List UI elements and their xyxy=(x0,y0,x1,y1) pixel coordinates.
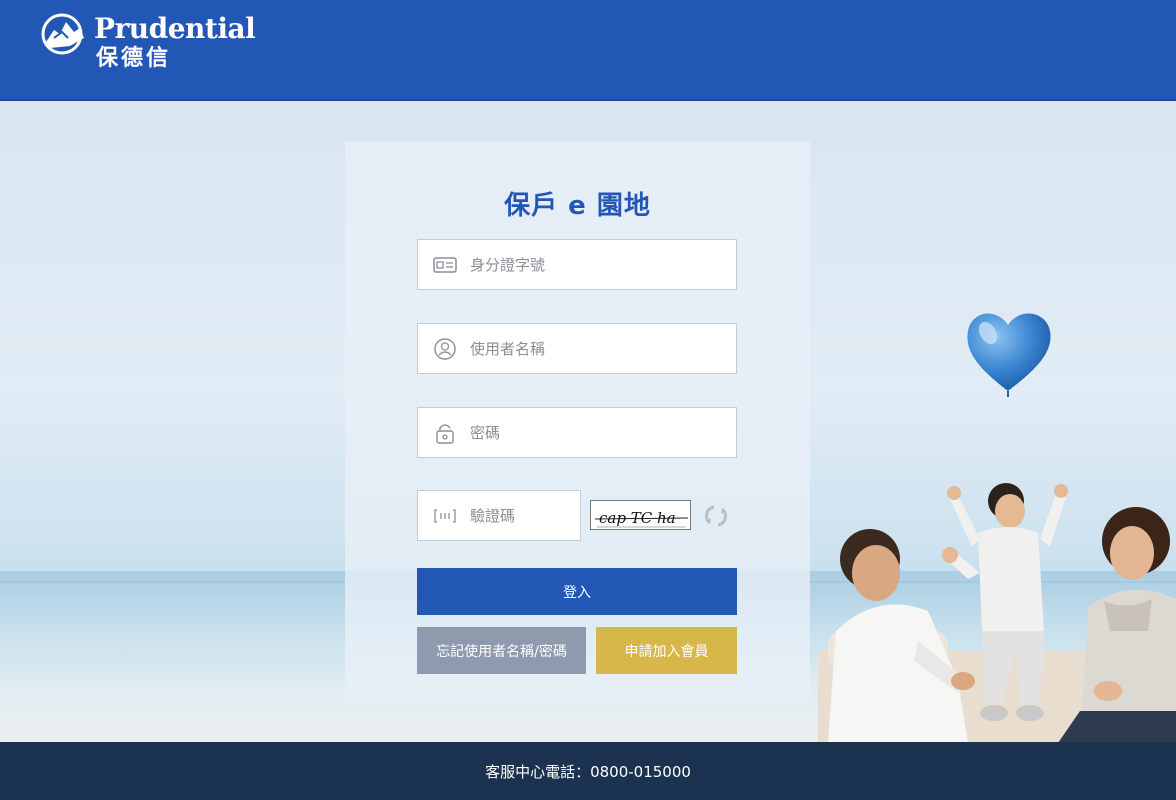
prudential-logo[interactable]: Prudential 保德信 xyxy=(40,12,256,72)
family-photo-image xyxy=(818,483,1176,742)
captcha-icon xyxy=(434,508,456,523)
brand-name-zh: 保德信 xyxy=(96,46,172,71)
site-footer: 客服中心電話：0800-015000 xyxy=(0,742,1176,800)
site-header: Prudential 保德信 xyxy=(0,0,1176,101)
username-input[interactable]: 使用者名稱 xyxy=(417,323,737,374)
heart-balloon-image xyxy=(967,313,1051,397)
id-card-icon xyxy=(433,256,457,273)
brand-name-en: Prudential xyxy=(94,12,256,45)
username-placeholder: 使用者名稱 xyxy=(470,340,546,358)
captcha-image: cap TC ha xyxy=(590,500,691,530)
login-panel: 保戶 e 園地 身分證字號 使用者名稱 密碼 驗證碼 cap TC ha 登入 … xyxy=(345,141,810,700)
customer-service-hotline: 客服中心電話：0800-015000 xyxy=(485,762,691,781)
login-title: 保戶 e 園地 xyxy=(504,191,651,221)
captcha-input[interactable]: 驗證碼 xyxy=(417,490,581,541)
lock-icon xyxy=(436,423,454,444)
forgot-credentials-button[interactable]: 忘記使用者名稱/密碼 xyxy=(417,627,586,674)
id-number-input[interactable]: 身分證字號 xyxy=(417,239,737,290)
password-input[interactable]: 密碼 xyxy=(417,407,737,458)
captcha-placeholder: 驗證碼 xyxy=(470,507,516,525)
captcha-text: cap TC ha xyxy=(599,509,676,527)
login-button[interactable]: 登入 xyxy=(417,568,737,615)
rock-logo-icon xyxy=(41,13,84,55)
hero-background: 保戶 e 園地 身分證字號 使用者名稱 密碼 驗證碼 cap TC ha 登入 … xyxy=(0,101,1176,742)
user-icon xyxy=(434,337,456,360)
password-placeholder: 密碼 xyxy=(470,424,501,442)
join-member-button[interactable]: 申請加入會員 xyxy=(596,627,737,674)
refresh-captcha-icon[interactable] xyxy=(702,503,730,529)
id-number-placeholder: 身分證字號 xyxy=(470,256,546,274)
